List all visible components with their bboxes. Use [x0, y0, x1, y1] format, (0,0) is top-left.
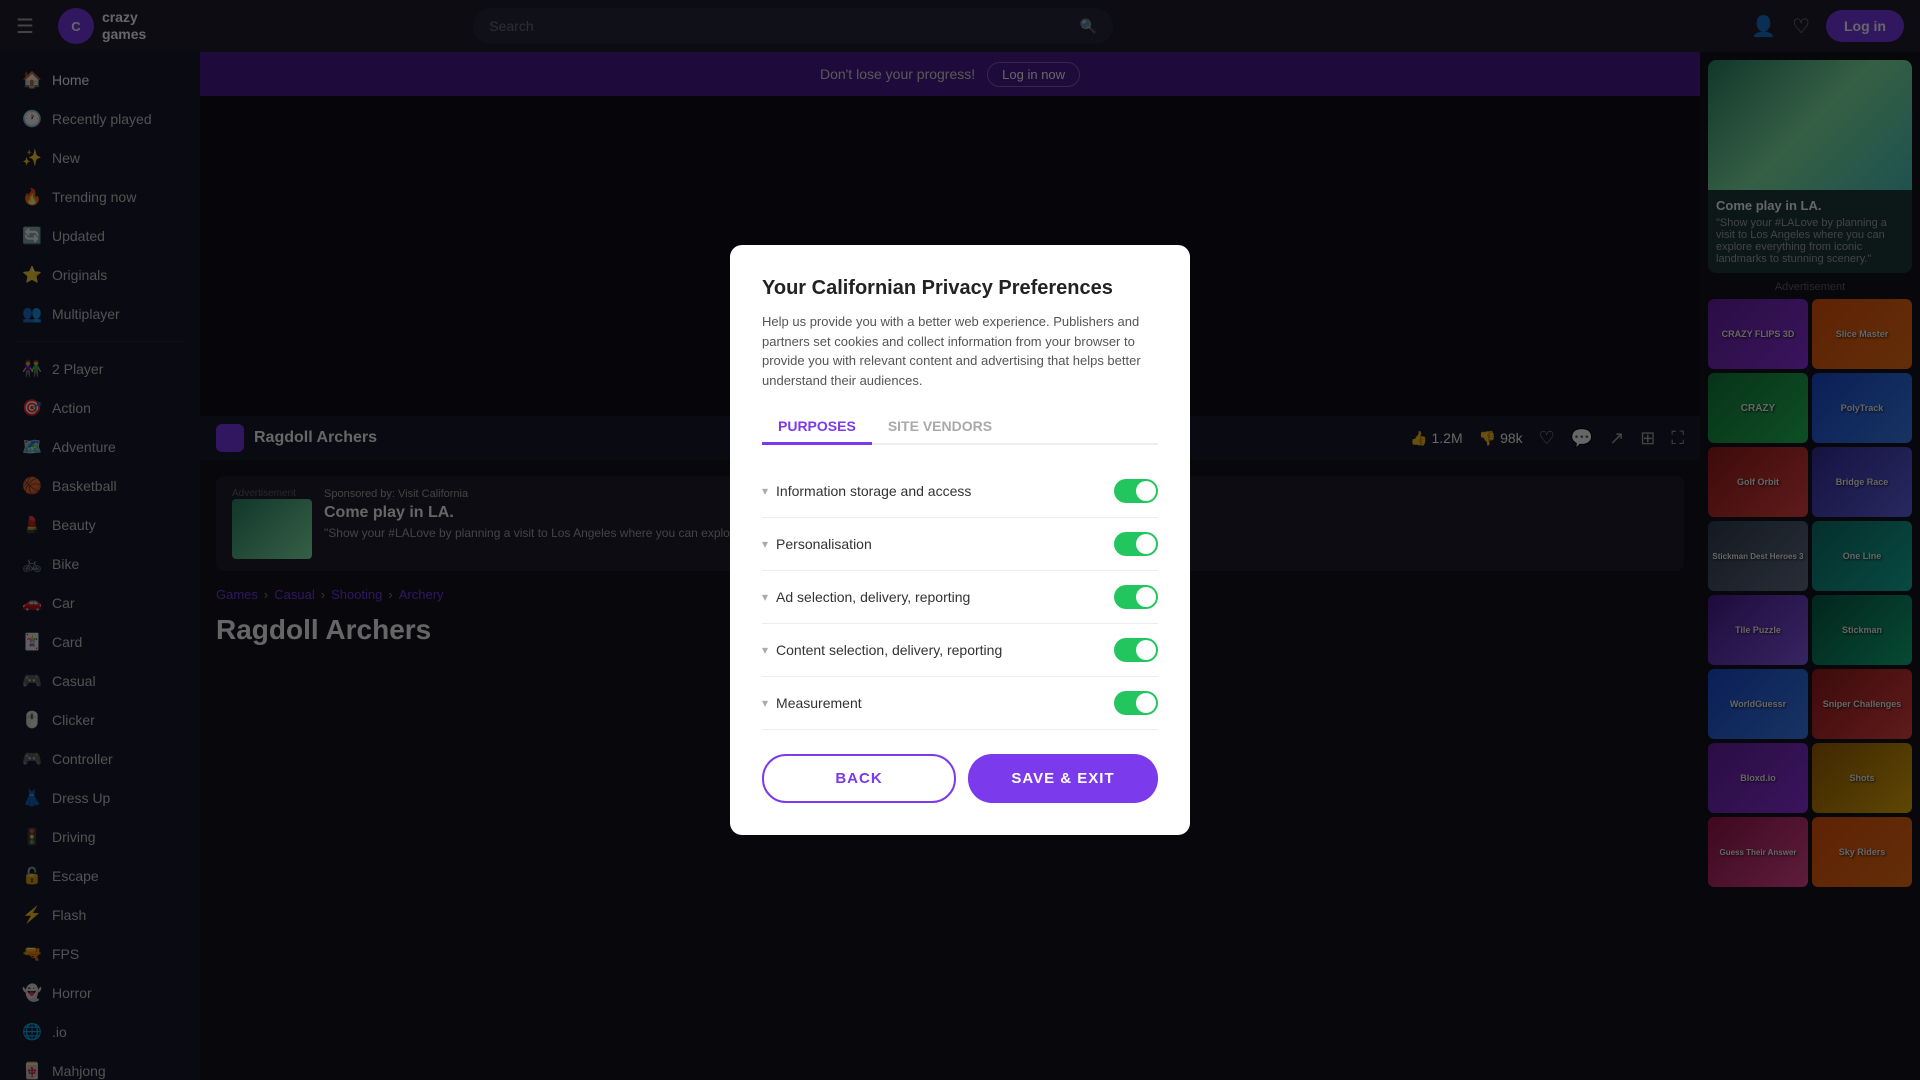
toggle-label-personalisation: ▾ Personalisation [762, 536, 872, 552]
privacy-modal: Your Californian Privacy Preferences Hel… [730, 245, 1190, 835]
toggle-label-measurement: ▾ Measurement [762, 695, 862, 711]
modal-description: Help us provide you with a better web ex… [762, 312, 1158, 390]
toggle-row-content-selection: ▾ Content selection, delivery, reporting [762, 624, 1158, 677]
toggle-label-ad-selection: ▾ Ad selection, delivery, reporting [762, 589, 970, 605]
chevron-icon-personalisation: ▾ [762, 537, 768, 551]
back-button[interactable]: BACK [762, 754, 956, 803]
chevron-icon-storage: ▾ [762, 484, 768, 498]
chevron-icon-content-selection: ▾ [762, 643, 768, 657]
toggle-ad-selection[interactable] [1114, 585, 1158, 609]
toggle-row-storage: ▾ Information storage and access [762, 465, 1158, 518]
modal-buttons: BACK SAVE & EXIT [762, 754, 1158, 803]
toggle-row-ad-selection: ▾ Ad selection, delivery, reporting [762, 571, 1158, 624]
chevron-icon-measurement: ▾ [762, 696, 768, 710]
tab-purposes[interactable]: PURPOSES [762, 410, 872, 445]
modal-title: Your Californian Privacy Preferences [762, 277, 1158, 300]
toggle-personalisation[interactable] [1114, 532, 1158, 556]
toggle-content-selection[interactable] [1114, 638, 1158, 662]
modal-tabs: PURPOSES SITE VENDORS [762, 410, 1158, 445]
toggle-label-content-selection: ▾ Content selection, delivery, reporting [762, 642, 1002, 658]
toggle-row-measurement: ▾ Measurement [762, 677, 1158, 730]
toggle-row-personalisation: ▾ Personalisation [762, 518, 1158, 571]
chevron-icon-ad-selection: ▾ [762, 590, 768, 604]
tab-vendors[interactable]: SITE VENDORS [872, 410, 1008, 445]
modal-overlay: Your Californian Privacy Preferences Hel… [0, 0, 1920, 1080]
toggle-measurement[interactable] [1114, 691, 1158, 715]
toggle-label-storage: ▾ Information storage and access [762, 483, 971, 499]
save-exit-button[interactable]: SAVE & EXIT [968, 754, 1158, 803]
toggle-storage[interactable] [1114, 479, 1158, 503]
